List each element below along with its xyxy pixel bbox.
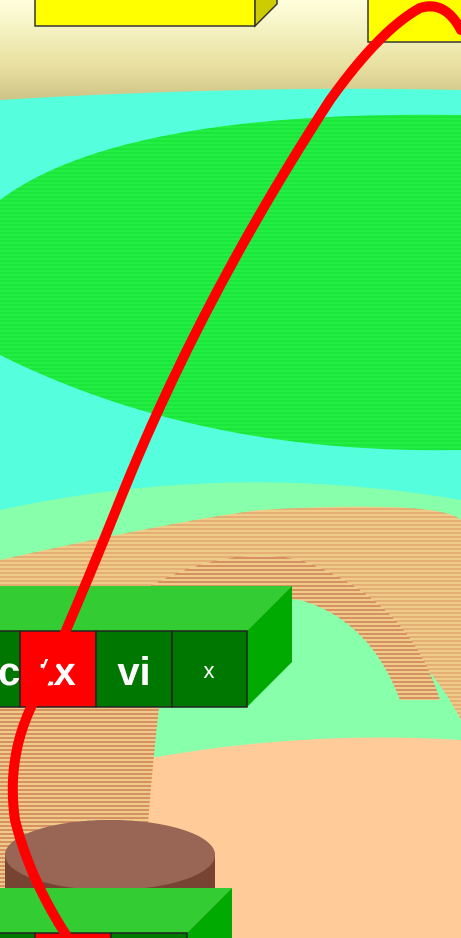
upper-cell-label: c [0, 650, 20, 694]
yellow-box-left [34, 0, 278, 28]
diagram-canvas: c tx vi x [0, 0, 461, 938]
lower-cell [0, 932, 36, 938]
lower-cell [110, 932, 188, 938]
upper-cell-label: x [204, 658, 215, 683]
lower-cell [34, 932, 112, 938]
upper-cell-label: vi [117, 650, 150, 694]
diagram-svg: c tx vi x [0, 0, 461, 938]
lower-bar [0, 888, 232, 938]
upper-bar-top [0, 586, 292, 631]
